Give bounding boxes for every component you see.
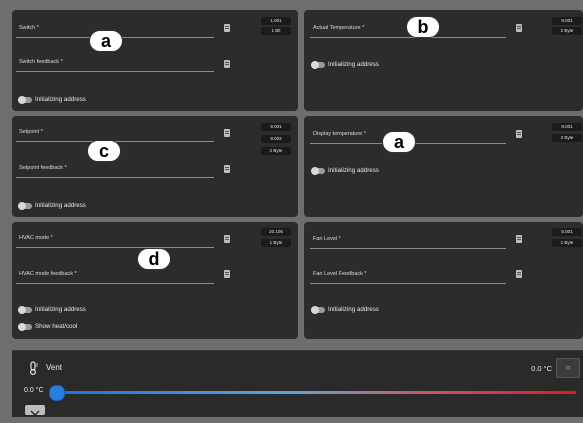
document-icon[interactable]	[224, 60, 230, 68]
chevron-down-icon	[30, 410, 40, 416]
dpt-tag: 9.002	[261, 135, 291, 143]
setpoint-feedback-field[interactable]: Setpoint feedback *	[16, 158, 214, 178]
display-temperature-panel: Display temperature * 9.001 2 Byte Initi…	[304, 116, 583, 217]
temperature-slider-handle[interactable]	[49, 385, 65, 401]
toggle-switch[interactable]	[18, 202, 32, 210]
document-icon[interactable]	[516, 24, 522, 32]
dpt-tag: 9.001	[552, 17, 582, 25]
dpt-tag: 1.001	[261, 17, 291, 25]
setpoint-field[interactable]: Setpoint *	[16, 122, 214, 142]
fan-level-panel: Fan Level * 5.001 1 Byte Fan Level Feedb…	[304, 222, 583, 339]
temperature-readout: 0.0 °C	[531, 364, 552, 373]
annotation-marker-c: c	[87, 140, 121, 162]
size-tag: 1 Byte	[552, 239, 582, 247]
annotation-marker-d: d	[137, 248, 171, 270]
actual-temperature-panel: Actual Temperature * 9.001 2 Byte Initia…	[304, 10, 583, 111]
document-icon[interactable]	[516, 130, 522, 138]
toggle-switch[interactable]	[18, 96, 32, 104]
toggle-label: Initializing address	[35, 202, 86, 209]
size-tag: 2 Byte	[552, 27, 582, 35]
toggle-label: Show heat/cool	[35, 323, 78, 330]
document-icon[interactable]	[224, 235, 230, 243]
hvac-mode-feedback-field[interactable]: HVAC mode feedback *	[16, 264, 214, 284]
toggle-switch[interactable]	[311, 61, 325, 69]
size-tag: 2 Byte	[552, 134, 582, 142]
size-tag: 1 Bit	[261, 27, 291, 35]
toggle-switch[interactable]	[311, 306, 325, 314]
power-button[interactable]: ○	[556, 358, 580, 378]
toggle-label: Initializing address	[328, 167, 379, 174]
dpt-tag: 9.001	[552, 123, 582, 131]
toggle-label: Initializing address	[35, 306, 86, 313]
show-heat-cool-toggle[interactable]	[18, 323, 32, 331]
document-icon[interactable]	[516, 235, 522, 243]
dpt-tag: 5.001	[552, 228, 582, 236]
document-icon[interactable]	[224, 165, 230, 173]
setpoint-panel: Setpoint * 9.001 9.002 2 Byte Setpoint f…	[12, 116, 298, 217]
fan-level-field[interactable]: Fan Level *	[310, 229, 506, 249]
dpt-tag: 9.001	[261, 123, 291, 131]
expand-button[interactable]	[25, 405, 45, 416]
fan-level-feedback-field[interactable]: Fan Level Feedback *	[310, 264, 506, 284]
switch-feedback-field[interactable]: Switch feedback *	[16, 52, 214, 72]
annotation-marker-a: a	[382, 131, 416, 153]
document-icon[interactable]	[224, 129, 230, 137]
toggle-label: Initializing address	[35, 96, 86, 103]
document-icon[interactable]	[224, 24, 230, 32]
hvac-mode-panel: HVAC mode * 20.105 1 Byte HVAC mode feed…	[12, 222, 298, 339]
toggle-switch[interactable]	[311, 167, 325, 175]
temperature-slider-track[interactable]	[53, 391, 576, 394]
document-icon[interactable]	[516, 270, 522, 278]
size-tag: 1 Byte	[261, 239, 291, 247]
vent-control: Vent 0.0 °C ○ 0.0 °C	[12, 350, 583, 417]
switch-panel: Switch * 1.001 1 Bit Switch feedback * I…	[12, 10, 298, 111]
annotation-marker-b: b	[406, 16, 440, 38]
vent-title: Vent	[46, 363, 63, 372]
hvac-mode-field[interactable]: HVAC mode *	[16, 228, 214, 248]
size-tag: 2 Byte	[261, 147, 291, 155]
document-icon[interactable]	[224, 270, 230, 278]
slider-value-label: 0.0 °C	[24, 387, 44, 394]
toggle-label: Initializing address	[328, 61, 379, 68]
thermometer-icon	[30, 361, 38, 375]
annotation-marker-a: a	[89, 30, 123, 52]
dpt-tag: 20.105	[261, 228, 291, 236]
toggle-label: Initializing address	[328, 306, 379, 313]
toggle-switch[interactable]	[18, 306, 32, 314]
